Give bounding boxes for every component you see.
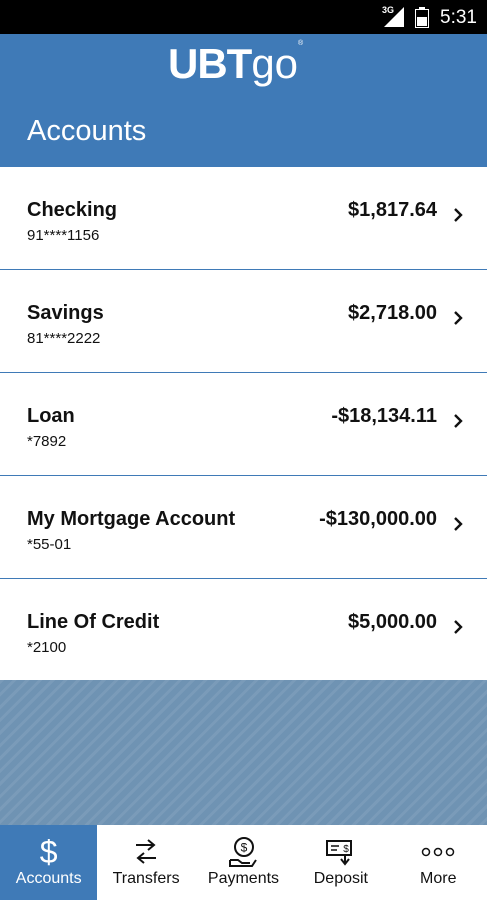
account-row-line-of-credit[interactable]: Line Of Credit *2100 $5,000.00 bbox=[0, 579, 487, 682]
account-number: *55-01 bbox=[27, 536, 72, 553]
account-number: *7892 bbox=[27, 433, 67, 450]
ubt-go-logo: UBTgo® bbox=[168, 40, 304, 87]
nav-label: More bbox=[420, 870, 457, 887]
account-balance: -$130,000.00 bbox=[319, 508, 437, 530]
nav-payments[interactable]: $ Payments bbox=[195, 825, 292, 900]
more-dots-icon bbox=[390, 835, 487, 869]
account-row-mortgage[interactable]: My Mortgage Account *55-01 -$130,000.00 bbox=[0, 476, 487, 579]
app-header: UBTgo® Accounts bbox=[0, 34, 487, 167]
nav-more[interactable]: More bbox=[390, 825, 487, 900]
account-name: Line Of Credit bbox=[27, 611, 160, 633]
account-number: 91****1156 bbox=[27, 227, 100, 244]
hand-coin-icon: $ bbox=[195, 835, 292, 869]
svg-text:$: $ bbox=[241, 841, 248, 855]
chevron-right-icon bbox=[454, 414, 463, 428]
nav-label: Transfers bbox=[112, 870, 180, 887]
status-bar: 3G 5:31 bbox=[0, 0, 487, 34]
nav-label: Payments bbox=[207, 870, 280, 887]
account-row-loan[interactable]: Loan *7892 -$18,134.11 bbox=[0, 373, 487, 476]
svg-text:$: $ bbox=[343, 844, 349, 855]
account-row-checking[interactable]: Checking 91****1156 $1,817.64 bbox=[0, 167, 487, 270]
battery-icon bbox=[415, 7, 429, 28]
background-pattern bbox=[0, 680, 487, 825]
nav-accounts[interactable]: $ Accounts bbox=[0, 825, 98, 900]
account-name: Savings bbox=[27, 302, 104, 324]
chevron-right-icon bbox=[454, 208, 463, 222]
chevron-right-icon bbox=[454, 517, 463, 531]
nav-transfers[interactable]: Transfers bbox=[97, 825, 194, 900]
account-balance: $5,000.00 bbox=[348, 611, 437, 633]
bottom-nav: $ Accounts Transfers $ Payments $ Deposi… bbox=[0, 825, 487, 900]
account-name: My Mortgage Account bbox=[27, 508, 236, 530]
account-name: Checking bbox=[27, 199, 118, 221]
chevron-right-icon bbox=[454, 311, 463, 325]
account-name: Loan bbox=[27, 405, 75, 427]
nav-deposit[interactable]: $ Deposit bbox=[292, 825, 389, 900]
check-deposit-icon: $ bbox=[292, 835, 389, 869]
dollar-icon: $ bbox=[39, 834, 58, 870]
account-balance: -$18,134.11 bbox=[331, 405, 437, 427]
account-list: Checking 91****1156 $1,817.64 Savings 81… bbox=[0, 167, 487, 682]
clock: 5:31 bbox=[440, 7, 477, 28]
nav-label: Deposit bbox=[313, 870, 368, 887]
signal-icon bbox=[384, 7, 404, 27]
account-row-savings[interactable]: Savings 81****2222 $2,718.00 bbox=[0, 270, 487, 373]
nav-label: Accounts bbox=[15, 870, 82, 887]
account-number: *2100 bbox=[27, 639, 67, 656]
transfer-arrows-icon bbox=[97, 835, 194, 869]
account-balance: $2,718.00 bbox=[348, 302, 437, 324]
page-title: Accounts bbox=[27, 115, 147, 147]
account-balance: $1,817.64 bbox=[348, 199, 437, 221]
chevron-right-icon bbox=[454, 620, 463, 634]
account-number: 81****2222 bbox=[27, 330, 101, 347]
